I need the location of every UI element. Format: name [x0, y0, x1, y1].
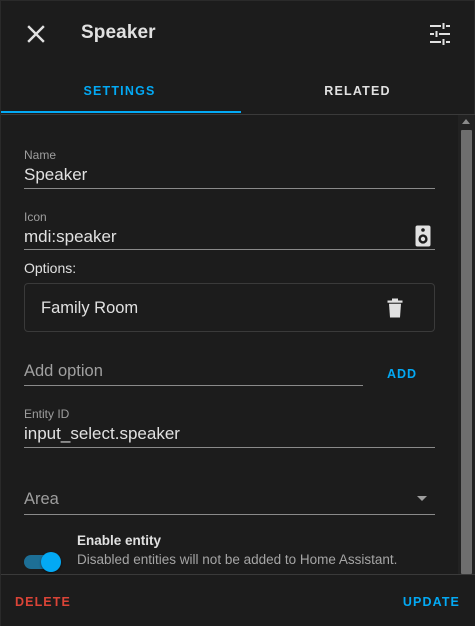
dropdown-arrow-icon: [417, 496, 427, 501]
active-tab-indicator: [1, 111, 241, 113]
name-label: Name: [24, 148, 57, 162]
icon-label: Icon: [24, 210, 47, 224]
enable-entity-title: Enable entity: [77, 533, 162, 548]
entity-id-field[interactable]: Entity ID input_select.speaker: [24, 403, 435, 448]
name-value[interactable]: Speaker: [24, 165, 87, 185]
area-select[interactable]: Area: [24, 483, 435, 515]
tune-icon[interactable]: [427, 21, 453, 47]
option-item: Family Room: [24, 283, 435, 332]
update-button[interactable]: UPDATE: [403, 595, 460, 609]
delete-button[interactable]: DELETE: [15, 595, 71, 609]
entity-id-label: Entity ID: [24, 407, 70, 421]
close-icon[interactable]: [22, 20, 50, 48]
delete-icon[interactable]: [387, 298, 403, 318]
scrollbar[interactable]: [458, 115, 475, 574]
area-label: Area: [24, 490, 59, 508]
settings-content: Name Speaker Icon mdi:speaker Options: F…: [1, 115, 475, 574]
options-label: Options:: [24, 260, 77, 276]
icon-field[interactable]: Icon mdi:speaker: [24, 207, 435, 250]
dialog-header: Speaker: [1, 1, 475, 67]
scroll-up-arrow-icon[interactable]: [462, 119, 470, 124]
add-option-input[interactable]: [24, 360, 363, 382]
toggle-knob: [41, 552, 61, 572]
tab-related[interactable]: RELATED: [239, 67, 475, 114]
scrollbar-thumb[interactable]: [461, 130, 472, 574]
icon-value[interactable]: mdi:speaker: [24, 227, 117, 247]
add-option-button[interactable]: ADD: [381, 367, 423, 387]
enable-entity-description: Disabled entities will not be added to H…: [77, 552, 398, 567]
option-label: Family Room: [41, 299, 139, 317]
dialog-title: Speaker: [81, 22, 156, 43]
tab-bar: SETTINGS RELATED: [1, 67, 475, 115]
add-option-field[interactable]: [24, 355, 363, 386]
speaker-icon: [415, 225, 431, 247]
entity-settings-dialog: Speaker SETTINGS RELATED Name Speaker Ic…: [0, 0, 475, 626]
tab-settings[interactable]: SETTINGS: [1, 67, 238, 114]
entity-id-value[interactable]: input_select.speaker: [24, 424, 180, 444]
enable-entity-toggle[interactable]: [24, 552, 61, 572]
name-field[interactable]: Name Speaker: [24, 145, 435, 189]
dialog-footer: DELETE UPDATE: [1, 574, 475, 626]
